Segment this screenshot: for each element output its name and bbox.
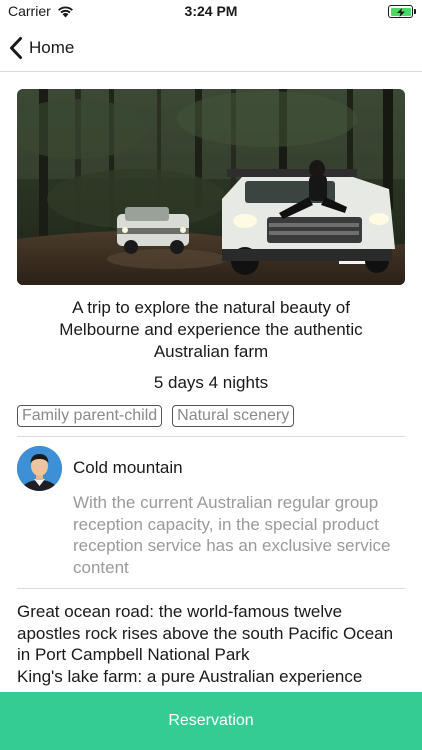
battery-icon <box>388 5 416 18</box>
charging-bolt-icon <box>396 7 405 17</box>
reservation-button[interactable]: Reservation <box>0 692 422 750</box>
trip-title: A trip to explore the natural beauty of … <box>59 298 363 361</box>
trip-cover-photo <box>17 89 405 285</box>
divider <box>17 588 405 589</box>
forest-offroad-photo <box>17 89 405 285</box>
divider <box>17 436 405 437</box>
back-button[interactable]: Home <box>8 32 74 64</box>
status-bar: Carrier 3:24 PM <box>0 0 422 24</box>
author-photo <box>17 446 62 491</box>
tag-family: Family parent-child <box>17 405 163 427</box>
tag-scenery: Natural scenery <box>172 405 295 427</box>
trip-tags: Family parent-child Natural scenery <box>17 405 295 427</box>
author-description: With the current Australian regular grou… <box>73 493 391 577</box>
back-button-label: Home <box>29 38 75 57</box>
nav-bar: Home <box>0 24 422 72</box>
chevron-left-icon <box>10 37 22 59</box>
clock-label: 3:24 PM <box>184 3 238 19</box>
trip-description: Great ocean road: the world-famous twelv… <box>17 602 394 686</box>
author-name: Cold mountain <box>73 458 183 477</box>
battery-level <box>390 7 411 17</box>
trip-duration: 5 days 4 nights <box>153 373 269 392</box>
reservation-button-label: Reservation <box>168 712 254 729</box>
avatar <box>17 446 62 491</box>
